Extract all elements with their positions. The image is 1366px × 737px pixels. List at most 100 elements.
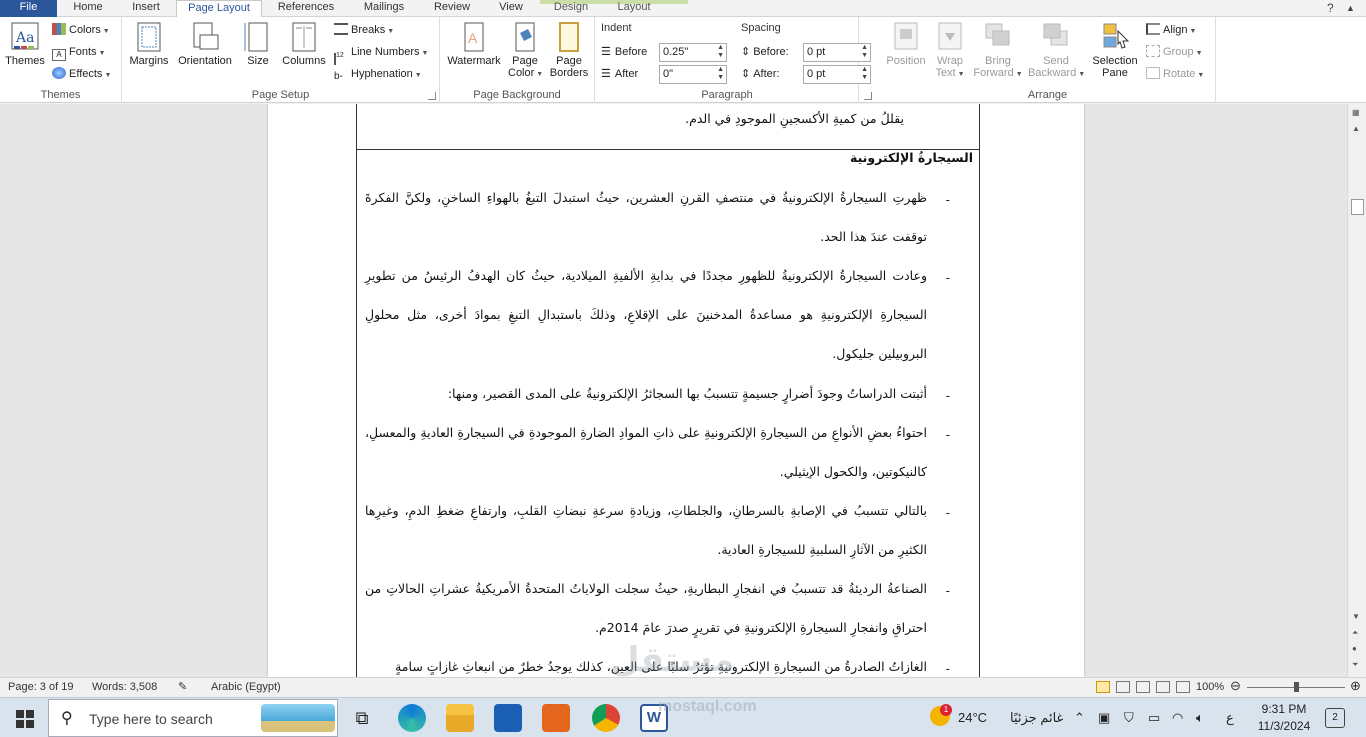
search-highlight-image [261, 704, 335, 732]
file-explorer-icon[interactable] [446, 704, 474, 732]
indent-before-input[interactable]: 0.25" ▲ ▼ [659, 43, 727, 62]
list-item[interactable]: ظهرتِ السيجارةُ الإلكترونيةُ في منتصفِ ا… [365, 178, 927, 256]
temperature[interactable]: 24°C [958, 710, 987, 725]
tab-view[interactable]: View [486, 0, 536, 17]
orientation-button[interactable]: Orientation [174, 21, 236, 67]
document-table[interactable]: يقللُ من كميةِ الأكسجينِ الموجودِ في الد… [356, 104, 980, 677]
zoom-slider-thumb[interactable] [1294, 682, 1299, 692]
page-setup-launcher-icon[interactable] [428, 92, 436, 100]
taskbar-search-input[interactable]: ⚲ Type here to search [48, 699, 338, 737]
tray-app-icon[interactable]: ▣ [1098, 710, 1110, 726]
paragraph-launcher-icon[interactable] [864, 92, 872, 100]
margins-button[interactable]: Margins [126, 21, 172, 67]
arrange-group-label: Arrange [1027, 89, 1068, 101]
fonts-button[interactable]: A Fonts ▼ [52, 43, 105, 61]
ruler-toggle-icon[interactable]: ▦ [1352, 108, 1360, 117]
tab-references[interactable]: References [266, 0, 346, 17]
scrollbar-thumb[interactable] [1351, 199, 1364, 215]
list-item[interactable]: احتواءُ بعضِ الأنواعِ من السيجارةِ الإلك… [365, 413, 927, 491]
word-count[interactable]: Words: 3,508 [92, 680, 157, 695]
next-page-icon[interactable]: ⏷ [1352, 660, 1358, 670]
tab-file[interactable]: File [0, 0, 57, 17]
input-language[interactable]: ع [1226, 710, 1234, 726]
tab-design[interactable]: Design [542, 0, 600, 17]
edge-icon[interactable] [398, 704, 426, 732]
weather-text[interactable]: غائم جزئيًا [1010, 710, 1063, 726]
group-icon [1146, 45, 1160, 57]
themes-button[interactable]: Aa Themes [4, 21, 46, 67]
selection-pane-button[interactable]: Selection Pane [1088, 21, 1142, 79]
wifi-icon[interactable]: ◠ [1172, 710, 1183, 726]
web-layout-icon[interactable] [1136, 681, 1150, 693]
tab-mailings[interactable]: Mailings [350, 0, 418, 17]
effects-button[interactable]: Effects ▼ [52, 65, 111, 83]
page-color-button[interactable]: Page Color ▼ [508, 21, 543, 81]
line-numbers-icon: 12 [334, 52, 348, 65]
tab-page-layout[interactable]: Page Layout [176, 0, 262, 18]
spacing-after-spinner-icon[interactable]: ▲ ▼ [861, 66, 868, 82]
columns-button[interactable]: Columns [280, 21, 328, 67]
outlook-icon[interactable] [542, 704, 570, 732]
draft-icon[interactable] [1176, 681, 1190, 693]
zoom-level[interactable]: 100% [1196, 680, 1224, 695]
taskbar-clock[interactable]: 9:31 PM 11/3/2024 [1256, 701, 1312, 735]
align-label: Align [1163, 24, 1188, 36]
breaks-button[interactable]: Breaks ▼ [334, 21, 394, 39]
spacing-before-input[interactable]: 0 pt ▲ ▼ [803, 43, 871, 62]
tray-overflow-icon[interactable]: ⌃ [1074, 710, 1085, 726]
indent-after-input[interactable]: 0" ▲ ▼ [659, 65, 727, 84]
send-backward-button[interactable]: Send Backward ▼ [1028, 21, 1085, 81]
windows-start-icon[interactable] [16, 710, 34, 728]
table-row-text[interactable]: يقللُ من كميةِ الأكسجينِ الموجودِ في الد… [685, 111, 904, 126]
notifications-icon[interactable]: 2 [1325, 708, 1345, 728]
tab-insert[interactable]: Insert [118, 0, 174, 17]
tab-home[interactable]: Home [60, 0, 116, 17]
wrap-text-button[interactable]: Wrap Text ▼ [932, 21, 968, 81]
task-view-icon[interactable]: ⧉ [348, 704, 376, 732]
section-heading[interactable]: السيجارةُ الإلكترونية [850, 150, 973, 165]
volume-icon[interactable]: 🔈︎ [1196, 710, 1204, 726]
microsoft-store-icon[interactable] [494, 704, 522, 732]
indent-before-spinner-icon[interactable]: ▲ ▼ [717, 44, 724, 60]
battery-icon[interactable]: ▭ [1148, 710, 1160, 726]
proofing-icon[interactable]: ✎ [178, 680, 187, 695]
zoom-in-icon[interactable]: ⊕ [1350, 678, 1361, 693]
bring-forward-button[interactable]: Bring Forward ▼ [972, 21, 1024, 81]
list-item[interactable]: بالتالي تتسببُ في الإصابةِ بالسرطانِ، وا… [365, 491, 927, 569]
align-button[interactable]: Align ▼ [1146, 21, 1196, 39]
group-button[interactable]: Group ▼ [1146, 43, 1203, 61]
browse-object-icon[interactable]: ● [1352, 644, 1357, 653]
vertical-scrollbar[interactable]: ▦ ▲ ▼ ⏶ ● ⏷ [1347, 104, 1366, 677]
tray-security-icon[interactable]: ⛉ [1124, 710, 1134, 726]
page-count[interactable]: Page: 3 of 19 [8, 680, 73, 695]
position-button[interactable]: Position [884, 21, 928, 67]
tab-review[interactable]: Review [422, 0, 482, 17]
watermark-button[interactable]: A Watermark [444, 21, 504, 67]
list-item[interactable]: أثبتت الدراساتُ وجودَ أضرارٍ جسيمةٍ تتسب… [365, 374, 927, 413]
document-page[interactable]: يقللُ من كميةِ الأكسجينِ الموجودِ في الد… [268, 104, 1084, 677]
tab-layout[interactable]: Layout [606, 0, 662, 17]
hyphenation-button[interactable]: b- Hyphenation ▼ [334, 65, 422, 83]
outline-icon[interactable] [1156, 681, 1170, 693]
chrome-icon[interactable] [592, 704, 620, 732]
list-bullet: - [945, 270, 950, 285]
line-numbers-button[interactable]: 12 Line Numbers ▼ [334, 43, 428, 65]
print-layout-icon[interactable] [1096, 681, 1110, 693]
rotate-button[interactable]: Rotate ▼ [1146, 65, 1204, 83]
ribbon-collapse-icon[interactable]: ▲ [1346, 3, 1355, 13]
colors-button[interactable]: Colors ▼ [52, 21, 110, 39]
spacing-before-spinner-icon[interactable]: ▲ ▼ [861, 44, 868, 60]
language-indicator[interactable]: Arabic (Egypt) [211, 680, 281, 695]
indent-after-spinner-icon[interactable]: ▲ ▼ [717, 66, 724, 82]
scroll-up-icon[interactable]: ▲ [1352, 124, 1360, 133]
scroll-down-icon[interactable]: ▼ [1352, 612, 1360, 621]
spacing-after-input[interactable]: 0 pt ▲ ▼ [803, 65, 871, 84]
size-button[interactable]: Size [242, 21, 274, 67]
help-icon[interactable]: ? [1327, 1, 1334, 15]
page-borders-button[interactable]: Page Borders [546, 21, 592, 79]
zoom-out-icon[interactable]: ⊖ [1230, 678, 1241, 693]
list-item[interactable]: وعادت السيجارةُ الإلكترونيةُ للظهورِ مجد… [365, 256, 927, 373]
previous-page-icon[interactable]: ⏶ [1352, 628, 1358, 638]
list-item[interactable]: الصناعةُ الرديئةُ قد تتسببُ في انفجارِ ا… [365, 569, 927, 647]
full-screen-reading-icon[interactable] [1116, 681, 1130, 693]
